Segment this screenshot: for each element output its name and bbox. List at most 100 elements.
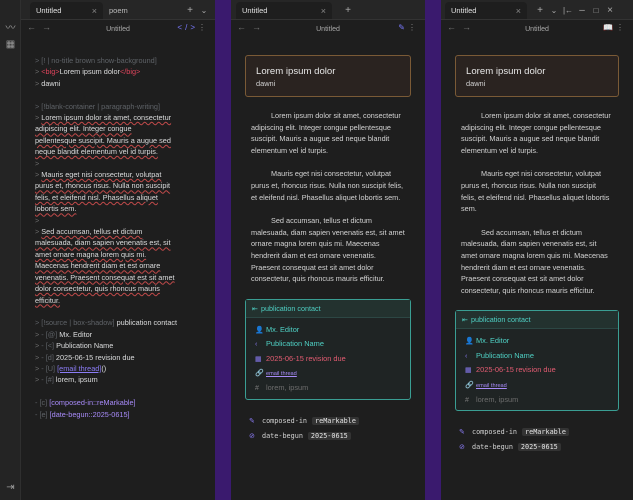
callout-title: Lorem ipsum dolor	[466, 66, 546, 77]
close-tab-icon[interactable]: ×	[321, 6, 326, 16]
link-parens: ()	[101, 363, 107, 373]
list-marker: - [c]	[35, 398, 48, 408]
collapse-sidebar-icon[interactable]: |←	[561, 6, 575, 15]
tab-list-chevron-icon[interactable]: ⌄	[547, 6, 561, 15]
callout-title-text: Lorem ipsum dolor	[59, 67, 120, 77]
email-thread-link[interactable]: [email thread]	[57, 364, 101, 373]
chevron-left-icon: ‹	[465, 352, 468, 360]
preview-pane-middle: Untitled × + ←→ Untitled ✎⋮ Lorem ipsum …	[231, 0, 425, 500]
forward-arrow-icon[interactable]: →	[252, 22, 267, 32]
pulse-icon[interactable]: 〰	[0, 21, 21, 37]
inline-properties: ✎ composed-in reMarkable ⊘ date-begun 2025-0…	[245, 414, 411, 444]
tab-controls: +	[341, 0, 355, 20]
callout-title: Lorem ipsum dolor	[256, 66, 336, 77]
tab-untitled[interactable]: Untitled ×	[445, 2, 527, 19]
minimize-icon[interactable]: –	[575, 5, 589, 16]
view-header: ←→ Untitled ✎⋮	[231, 20, 425, 38]
calendar-icon: ▦	[255, 355, 262, 363]
tab-poem[interactable]: poem	[103, 2, 173, 19]
new-tab-icon[interactable]: +	[183, 5, 197, 16]
hash-icon: #	[465, 396, 469, 404]
markdown-source[interactable]: > [! | no-title brown show-background] >…	[21, 39, 215, 500]
para-line: dolor consectetur, quis rhoncus mauris	[35, 284, 160, 294]
view-actions: </>⋮	[177, 23, 209, 32]
list-marker: - [d]	[41, 352, 54, 362]
para-line: Lorem ipsum dolor sit amet, consectetur	[41, 113, 172, 123]
property-key: composed-in	[262, 416, 308, 425]
callout-author: dawni	[256, 79, 276, 88]
property-value: reMarkable	[522, 428, 569, 437]
sidebar-toggle-icon[interactable]: ⇥	[0, 480, 21, 496]
tab-untitled[interactable]: Untitled ×	[30, 2, 103, 19]
source-icon: ⇤	[462, 315, 469, 325]
chevron-left-icon: ‹	[255, 341, 258, 349]
more-options-icon[interactable]: ⋮	[408, 23, 419, 32]
para-line: Sed accumsan, tellus et dictum	[41, 227, 143, 237]
list-value: Mx. Editor	[59, 329, 93, 339]
tab-controls: + ⌄	[183, 0, 211, 20]
calendar-icon[interactable]: ▦	[0, 37, 21, 53]
new-tab-icon[interactable]: +	[533, 5, 547, 16]
paragraph-2: Mauris eget nisi consectetur, volutpat p…	[251, 169, 404, 202]
close-tab-icon[interactable]: ×	[516, 6, 521, 16]
publication-callout-header[interactable]: ⇤ publication contact	[456, 311, 618, 330]
reading-view: Lorem ipsum dolor dawni Lorem ipsum dolo…	[231, 39, 425, 500]
email-thread-link[interactable]: email thread	[476, 383, 507, 389]
para-line: neque blandit elementum vel id turpis.	[35, 147, 158, 157]
email-thread-link[interactable]: email thread	[266, 371, 297, 377]
para-line: lobortis sem.	[35, 204, 77, 214]
due-date: 2025-06-15 revision due	[476, 365, 556, 375]
reading-book-icon[interactable]: 📖	[603, 23, 616, 32]
nav-arrows: ←→	[447, 22, 477, 32]
back-arrow-icon[interactable]: ←	[447, 22, 462, 32]
source-mode-icon[interactable]: </>	[177, 23, 198, 32]
more-options-icon[interactable]: ⋮	[198, 23, 209, 32]
paragraph-2: Mauris eget nisi consectetur, volutpat p…	[461, 169, 610, 214]
edit-pencil-icon[interactable]: ✎	[398, 23, 408, 32]
callout-header-line: > [! | no-title brown show-background]	[35, 56, 157, 65]
callout-author: dawni	[466, 79, 486, 88]
nav-arrows: ←→	[27, 22, 57, 32]
publication-callout-title: publication contact	[471, 315, 531, 325]
link-icon: 🔗	[465, 381, 474, 389]
tab-list-chevron-icon[interactable]: ⌄	[197, 6, 211, 15]
back-arrow-icon[interactable]: ←	[27, 22, 42, 32]
pencil-icon: ✎	[249, 416, 255, 425]
left-ribbon: 〰 ▦ ⇥	[0, 0, 21, 500]
forward-arrow-icon[interactable]: →	[42, 22, 57, 32]
pencil-icon: ✎	[459, 428, 465, 437]
person-icon: 👤	[465, 338, 474, 346]
forward-arrow-icon[interactable]: →	[462, 22, 477, 32]
view-actions: 📖⋮	[603, 23, 627, 32]
tab-bar: Untitled × poem + ⌄	[21, 0, 215, 20]
maximize-icon[interactable]: □	[589, 6, 603, 15]
view-header: ←→ Untitled 📖⋮	[441, 20, 633, 38]
inline-field: [composed-in::reMarkable]	[49, 398, 136, 408]
new-tab-icon[interactable]: +	[341, 5, 355, 16]
tab-untitled[interactable]: Untitled ×	[236, 2, 332, 19]
para-line: pellentesque suscipit. Mauris a augue se…	[35, 135, 171, 145]
tab-controls: + ⌄ |← – □ ×	[533, 0, 617, 20]
tab-label: poem	[109, 6, 128, 15]
paragraph-3: Sed accumsan, tellus et dictum malesuada…	[251, 216, 405, 284]
more-options-icon[interactable]: ⋮	[616, 23, 627, 32]
preview-pane-right: Untitled × + ⌄ |← – □ × ←→ Untitled 📖⋮ L…	[441, 0, 633, 500]
para-line: amet ornare magna lorem quis mi.	[35, 249, 147, 259]
publication-callout-title: publication contact	[261, 303, 321, 313]
paragraph-1: Lorem ipsum dolor sit amet, consectetur …	[251, 111, 401, 155]
tab-bar: Untitled × +	[231, 0, 425, 20]
publication-name: Publication Name	[266, 339, 324, 349]
list-marker: - [<]	[41, 341, 55, 351]
publication-name: Publication Name	[476, 350, 534, 360]
publication-callout-header[interactable]: ⇤ publication contact	[246, 299, 410, 318]
property-key: date-begun	[472, 443, 513, 452]
close-tab-icon[interactable]: ×	[92, 6, 97, 16]
source-icon: ⇤	[252, 303, 259, 313]
list-value: 2025-06-15 revision due	[55, 352, 135, 362]
close-window-icon[interactable]: ×	[603, 5, 617, 16]
property-value: reMarkable	[312, 416, 359, 425]
inline-field: [date-begun::2025-0615]	[49, 409, 130, 419]
big-open-tag: <big>	[41, 67, 60, 77]
back-arrow-icon[interactable]: ←	[237, 22, 252, 32]
list-value: lorem, ipsum	[55, 375, 98, 385]
